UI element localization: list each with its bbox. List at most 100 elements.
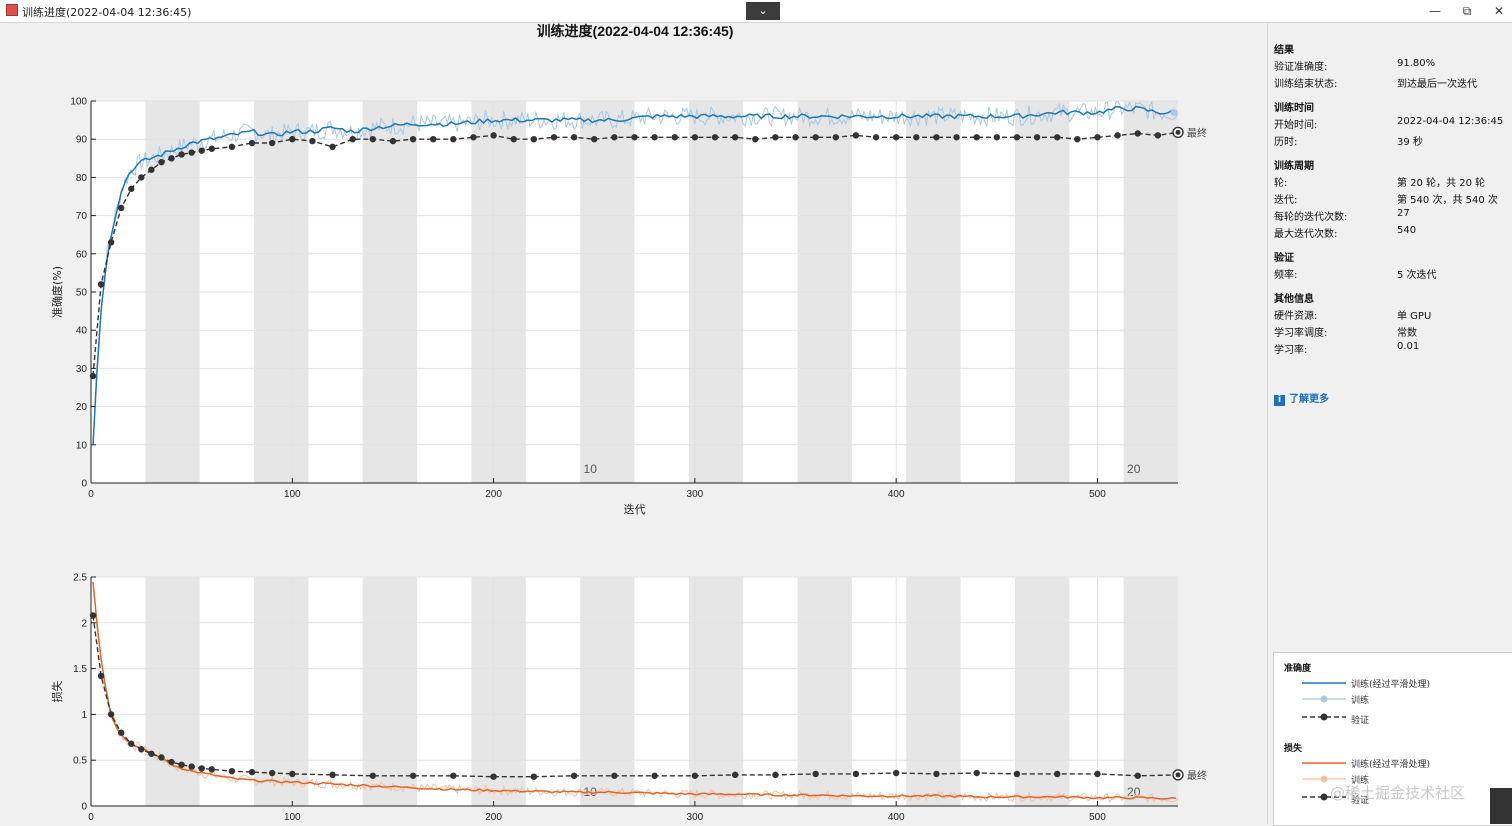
epoch-label: 轮: <box>1274 178 1288 189</box>
iter-per-epoch-value: 27 <box>1397 208 1410 219</box>
time-header: 训练时间 <box>1274 103 1314 114</box>
validation-point <box>933 134 940 141</box>
learn-more-label: 了解更多 <box>1289 394 1329 405</box>
validation-point <box>611 134 618 141</box>
legend-acc-val-label: 验证 <box>1351 716 1370 726</box>
loss-chart: 00.511.522.501002003004005001020迭代损失最终 <box>50 573 1207 824</box>
watermark: @稀土掘金技术社区 <box>1330 784 1466 802</box>
y-tick-label: 60 <box>76 249 88 260</box>
epoch-band <box>688 577 744 806</box>
validation-point <box>892 134 900 141</box>
validation-point <box>913 134 920 141</box>
y-tick-label: 10 <box>76 440 88 451</box>
validation-point <box>228 143 236 151</box>
validation-point <box>188 763 195 770</box>
validation-point <box>1134 130 1141 137</box>
matlab-icon <box>6 4 18 16</box>
resize-corner[interactable] <box>1490 788 1512 824</box>
validation-point <box>731 134 739 141</box>
validation-point <box>138 746 145 753</box>
validation-point <box>1013 134 1021 141</box>
validation-point <box>591 136 598 143</box>
validation-point <box>1033 134 1041 141</box>
final-train-point <box>1170 108 1178 116</box>
validation-point <box>872 134 880 141</box>
validation-point <box>852 132 860 139</box>
validation-point <box>993 134 1001 141</box>
validation-point <box>268 139 276 147</box>
validation-point <box>97 672 105 680</box>
validation-point <box>289 770 296 778</box>
other-header: 其他信息 <box>1274 294 1314 305</box>
x-tick-label: 200 <box>485 489 502 500</box>
y-tick-label: 0.5 <box>73 756 87 767</box>
validation-point <box>691 772 699 779</box>
epoch-band <box>580 577 635 806</box>
validation-header: 验证 <box>1274 253 1294 264</box>
validation-point <box>731 771 739 779</box>
minimize-button[interactable]: — <box>1420 1 1450 21</box>
legend-acc-smooth-swatch <box>1302 682 1346 684</box>
validation-point <box>208 145 215 152</box>
validation-point <box>188 149 195 156</box>
validation-point <box>89 612 97 619</box>
training-plots-area: 训练进度(2022-04-04 12:36:45) 0 10 20 30 40 50 60 7… <box>0 23 1266 824</box>
validation-point <box>228 767 236 775</box>
validation-point <box>107 711 115 718</box>
close-button[interactable]: ✕ <box>1484 1 1512 21</box>
hardware-label: 硬件资源: <box>1274 311 1318 322</box>
epoch-band <box>797 577 852 806</box>
validation-point <box>832 134 839 141</box>
validation-point <box>490 132 497 139</box>
page-title: 训练进度(2022-04-04 12:36:45) <box>536 23 734 39</box>
end-state-label: 训练结束状态: <box>1274 79 1338 90</box>
epoch-band <box>1123 577 1178 806</box>
validation-point <box>369 136 377 143</box>
restore-button[interactable]: ⧉ <box>1452 1 1482 21</box>
final-marker-dot <box>1175 129 1181 135</box>
y-tick-label: 1 <box>81 710 87 721</box>
final-marker-dot <box>1175 772 1181 778</box>
validation-point <box>530 773 538 780</box>
validation-point <box>550 134 558 141</box>
validation-point <box>752 136 759 143</box>
validation-point <box>651 772 658 779</box>
validation-point <box>570 134 578 141</box>
learn-more-link[interactable]: i 了解更多 <box>1274 390 1329 406</box>
epoch-band <box>906 577 961 806</box>
results-header: 结果 <box>1274 45 1294 56</box>
epoch-band <box>362 577 418 806</box>
frequency-label: 频率: <box>1274 270 1298 281</box>
max-iter-value: 540 <box>1397 225 1417 236</box>
validation-point <box>430 136 437 143</box>
y-tick-label: 40 <box>76 326 88 337</box>
info-panel: 结果 验证准确度: 91.80% 训练结束状态: 到达最后一次迭代 训练时间 开… <box>1267 23 1512 826</box>
y-tick-label: 90 <box>76 135 88 146</box>
validation-point <box>158 754 165 761</box>
window-titlebar: 训练进度(2022-04-04 12:36:45) ⌄ — ⧉ ✕ <box>0 0 1512 23</box>
end-state-value: 到达最后一次迭代 <box>1397 79 1477 90</box>
validation-point <box>792 134 799 141</box>
y-tick-label: 80 <box>76 173 88 184</box>
learning-rate-label: 学习率: <box>1274 345 1308 356</box>
validation-point <box>1114 132 1121 139</box>
validation-point <box>1074 136 1081 143</box>
final-label: 最终 <box>1187 126 1207 139</box>
validation-point <box>812 134 819 141</box>
x-axis-label: 迭代 <box>624 503 646 516</box>
legend-acc-val-swatch <box>1302 713 1346 721</box>
validation-point <box>89 372 97 380</box>
info-icon: i <box>1274 395 1285 406</box>
validation-point <box>1094 134 1101 141</box>
elapsed-label: 历时: <box>1274 137 1298 148</box>
iteration-value: 第 540 次，共 540 次 <box>1397 195 1498 206</box>
legend-loss-smooth-label: 训练(经过平滑处理) <box>1351 760 1431 770</box>
y-tick-label: 2 <box>81 618 87 629</box>
epoch-band <box>1014 577 1070 806</box>
validation-point <box>671 134 678 141</box>
legend-loss-header: 损失 <box>1284 744 1303 754</box>
accuracy-chart: 0 10 20 30 40 50 60 70 80 90 100 0 100 200 300 400 500 10… <box>50 97 1207 517</box>
validation-point <box>973 769 980 777</box>
validation-point <box>631 134 638 141</box>
collapse-toolstrip-button[interactable]: ⌄ <box>746 2 780 20</box>
